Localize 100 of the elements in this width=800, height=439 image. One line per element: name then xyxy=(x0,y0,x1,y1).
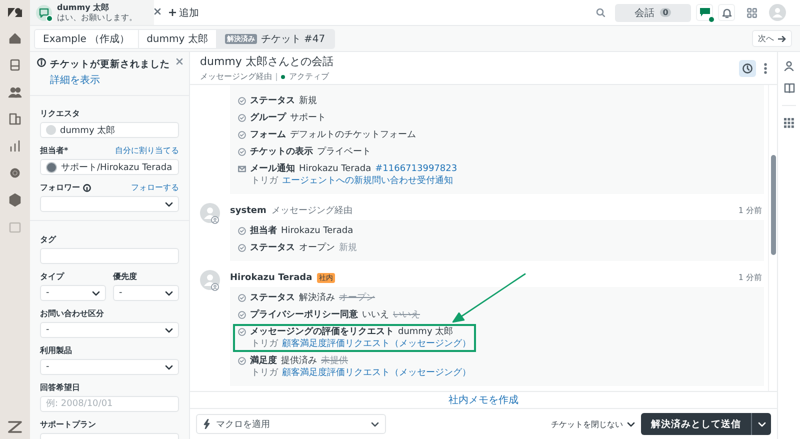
lightning-icon xyxy=(203,419,210,429)
field-value: いいえ xyxy=(362,309,389,321)
plus-icon xyxy=(169,9,176,16)
field-action-link[interactable]: フォローする xyxy=(131,182,179,193)
conversations-button[interactable]: 会話 0 xyxy=(615,4,691,22)
submit-as-solved-button[interactable]: 解決済みとして送信 xyxy=(641,413,751,435)
field-name: グループ xyxy=(250,112,286,124)
select-field[interactable]: - xyxy=(113,285,179,301)
select-field[interactable] xyxy=(40,196,179,212)
trigger-label: トリガ xyxy=(251,367,278,379)
count-badge: 0 xyxy=(660,8,672,17)
home-icon[interactable] xyxy=(8,31,22,45)
check-circle-icon xyxy=(238,148,246,156)
person-icon[interactable] xyxy=(784,61,794,71)
ticket-link[interactable]: #1166713997823 xyxy=(375,163,458,175)
user-avatar xyxy=(46,125,56,135)
field-label: リクエスタ xyxy=(40,108,80,119)
arrow-right-icon xyxy=(778,36,786,42)
timestamp: 1 分前 xyxy=(738,272,762,284)
field-name: ステータス xyxy=(250,292,295,304)
group-avatar xyxy=(46,162,57,172)
trigger-link[interactable]: エージェントへの新規問い合わせ受付通知 xyxy=(282,175,453,187)
field-name: チケットの表示 xyxy=(250,146,313,158)
field-label: フォロワー xyxy=(40,182,80,193)
text-field[interactable] xyxy=(40,248,179,264)
search-icon[interactable] xyxy=(596,8,605,17)
field-value: サポート xyxy=(290,112,326,124)
book-icon[interactable] xyxy=(784,83,794,93)
field-value: 提供済み xyxy=(281,355,317,367)
check-circle-icon xyxy=(238,97,246,105)
trigger-label: トリガ xyxy=(251,175,278,187)
messaging-button[interactable] xyxy=(696,4,713,21)
close-ticket-option[interactable]: チケットを閉じない xyxy=(551,418,635,430)
check-circle-icon xyxy=(238,131,246,139)
timestamp: 1 分前 xyxy=(738,205,762,217)
trigger-link[interactable]: 顧客満足度評価リクエスト（メッセージング） xyxy=(282,367,471,379)
more-vertical-icon[interactable] xyxy=(764,62,767,74)
create-internal-note-link[interactable]: 社内メモを作成 xyxy=(448,393,518,407)
chevron-down-icon xyxy=(627,422,635,426)
cube-icon[interactable] xyxy=(8,193,22,207)
select-field[interactable]: - xyxy=(40,285,106,301)
check-circle-icon xyxy=(238,244,246,252)
next-button[interactable]: 次へ xyxy=(752,30,792,47)
chat-bubble-icon xyxy=(39,8,49,18)
logo-icon xyxy=(7,6,23,18)
field-name: フォーム xyxy=(250,129,286,141)
tab-title: dummy 太郎 xyxy=(57,2,110,12)
breadcrumb-tab[interactable]: Example （作成） xyxy=(35,30,139,48)
close-icon[interactable] xyxy=(176,58,183,65)
bell-icon xyxy=(722,8,732,18)
check-circle-icon xyxy=(238,294,246,302)
notifications-button[interactable] xyxy=(718,4,735,21)
channel-label: メッセージング経由 xyxy=(200,71,272,82)
select-field[interactable]: サポート/Hirokazu Terada xyxy=(40,159,179,175)
field-label: タイプ xyxy=(40,271,64,282)
chevron-down-icon xyxy=(165,202,173,206)
trigger-link[interactable]: 顧客満足度評価リクエスト（メッセージング） xyxy=(282,338,471,350)
history-button[interactable] xyxy=(739,60,756,76)
zendesk-logo-icon xyxy=(8,421,22,433)
channel-label: メッセージング経由 xyxy=(271,205,352,217)
building-icon[interactable] xyxy=(8,112,22,126)
select-field[interactable]: - xyxy=(40,359,179,375)
author-name: Hirokazu Terada xyxy=(230,272,312,284)
apps-grid-icon[interactable] xyxy=(784,118,794,128)
text-field[interactable]: 例: 2008/10/01 xyxy=(40,396,179,412)
clock-icon xyxy=(742,62,753,74)
field-label: 優先度 xyxy=(113,271,137,282)
active-status-dot xyxy=(281,74,285,78)
conversation-title: dummy 太郎さんとの会話 xyxy=(200,54,334,69)
field-action-link[interactable]: 自分に割り当てる xyxy=(115,145,179,156)
gear-icon[interactable] xyxy=(8,166,22,180)
chevron-down-icon xyxy=(165,364,173,370)
breadcrumb-tab[interactable]: dummy 太郎 xyxy=(138,30,217,48)
tab-message-preview: はい、お願いします。 xyxy=(57,12,138,22)
field-name: メッセージングの評価をリクエスト xyxy=(250,326,394,338)
field-value: デフォルトのチケットフォーム xyxy=(290,129,416,141)
field-name: ステータス xyxy=(250,242,295,254)
info-icon xyxy=(83,184,91,192)
add-tab-button[interactable]: 追加 xyxy=(169,6,199,20)
show-details-link[interactable]: 詳細を表示 xyxy=(50,73,172,87)
inbox-icon[interactable] xyxy=(8,58,22,72)
check-circle-icon xyxy=(238,227,246,235)
field-value: 解決済み xyxy=(299,292,335,304)
field-label: タグ xyxy=(40,234,56,245)
chevron-down-icon xyxy=(758,422,766,426)
info-icon xyxy=(37,58,46,67)
check-circle-icon xyxy=(238,357,246,365)
check-circle-icon xyxy=(238,114,246,122)
previous-value: いいえ xyxy=(393,309,420,321)
conversation-tab[interactable]: dummy 太郎 はい、お願いします。 xyxy=(30,0,154,25)
bar-chart-icon[interactable] xyxy=(8,139,22,153)
field-label: 担当者* xyxy=(40,145,68,156)
select-field[interactable]: - xyxy=(40,322,179,338)
users-icon[interactable] xyxy=(8,85,22,99)
submit-options-button[interactable] xyxy=(751,413,771,435)
requester-field[interactable]: dummy 太郎 xyxy=(40,122,179,138)
apps-grid-icon[interactable] xyxy=(747,8,757,18)
person-badge-icon xyxy=(211,283,219,291)
trigger-label: トリガ xyxy=(251,338,278,350)
apply-macro-select[interactable]: マクロを適用 xyxy=(196,414,386,434)
